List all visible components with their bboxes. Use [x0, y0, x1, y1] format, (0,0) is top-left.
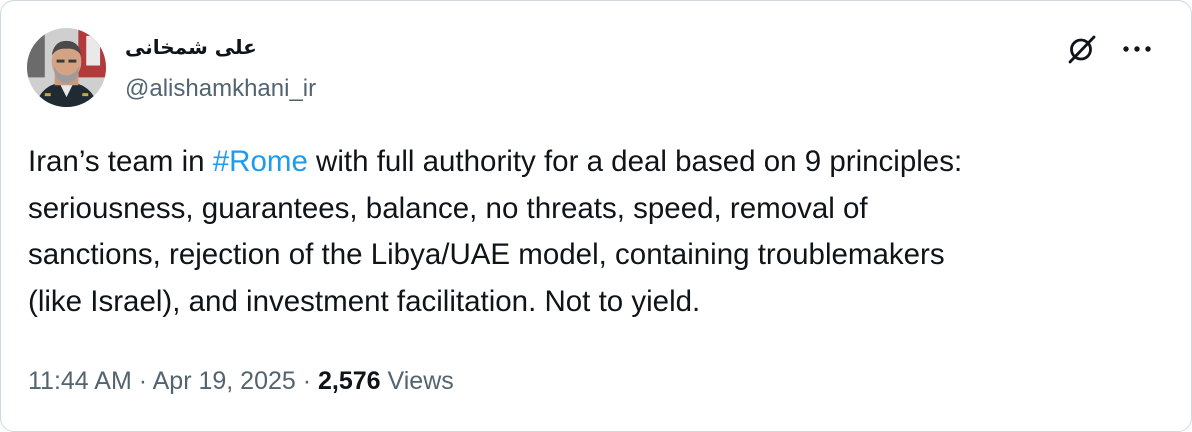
- tweet-text-line: sanctions, rejection of the Libya/UAE mo…: [28, 238, 945, 271]
- tweet-date[interactable]: Apr 19, 2025: [153, 367, 296, 395]
- tweet-time[interactable]: 11:44 AM: [28, 367, 132, 395]
- avatar[interactable]: [27, 28, 106, 107]
- views-label[interactable]: Views: [381, 367, 454, 395]
- hashtag-link[interactable]: #Rome: [213, 145, 308, 178]
- author-display-name[interactable]: علی شمخانی: [125, 33, 257, 61]
- tweet-text-line: Iran’s team in #Rome with full authority…: [28, 139, 1168, 186]
- meta-separator: ·: [295, 367, 319, 395]
- views-count[interactable]: 2,576: [318, 367, 381, 395]
- author-handle[interactable]: @alishamkhani_ir: [125, 74, 316, 104]
- tweet-text-line: (like Israel), and investment facilitati…: [28, 284, 701, 318]
- tweet-text-segment: Iran’s team in: [28, 145, 213, 178]
- more-horizontal-icon[interactable]: [1119, 35, 1155, 63]
- grok-slash-icon[interactable]: [1064, 31, 1100, 67]
- tweet-text-segment: with full authority for a deal based on …: [307, 145, 963, 178]
- tweet-meta: 11:44 AM · Apr 19, 2025 · 2,576 Views: [28, 363, 454, 399]
- tweet-card[interactable]: علی شمخانی @alishamkhani_ir Iran’s team …: [0, 0, 1192, 432]
- tweet-text: Iran’s team in #Rome with full authority…: [28, 139, 1168, 325]
- avatar-image: [27, 28, 106, 107]
- meta-separator: ·: [131, 367, 153, 395]
- tweet-text-line: seriousness, guarantees, balance, no thr…: [28, 191, 868, 225]
